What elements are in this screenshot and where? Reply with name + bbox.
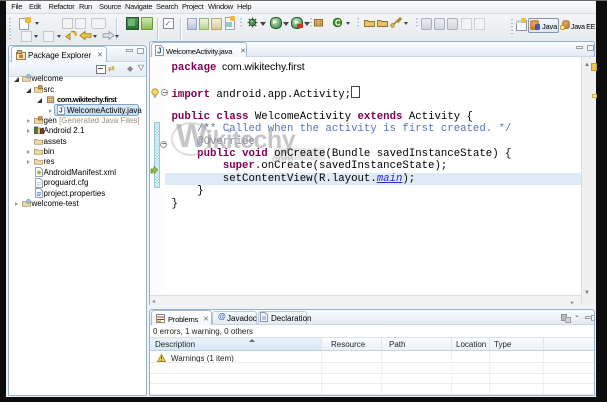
svg-text:C: C	[335, 19, 341, 28]
svg-text:J: J	[58, 107, 62, 115]
svg-text:J: J	[157, 47, 161, 56]
